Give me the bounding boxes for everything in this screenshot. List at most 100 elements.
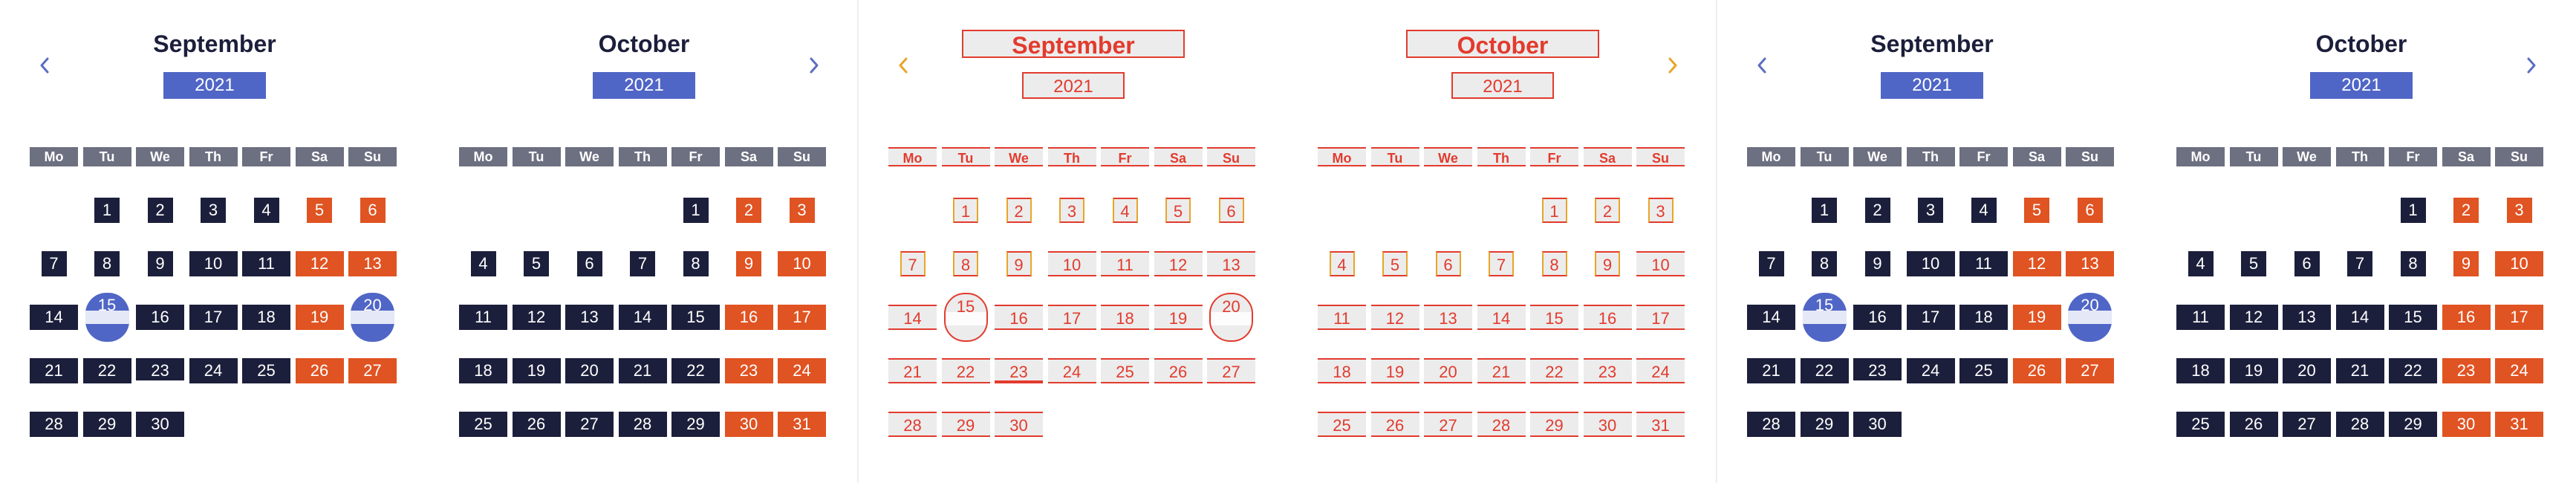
day-cell[interactable]: 5 [307,198,332,223]
day-cell[interactable]: 9 [1595,251,1620,276]
day-cell[interactable]: 23 [724,358,773,383]
day-cell[interactable]: 5 [524,251,549,276]
day-cell[interactable]: 6 [360,198,386,223]
day-cell[interactable]: 25 [459,412,507,437]
year-selector[interactable]: 2021 [1881,72,1983,99]
day-cell[interactable]: 17 [1047,305,1096,330]
day-cell[interactable]: 11 [459,305,507,330]
day-cell[interactable]: 10 [1636,251,1685,276]
day-selected[interactable]: 15 [85,293,129,342]
day-cell[interactable]: 8 [2400,251,2426,276]
day-cell[interactable]: 4 [1971,198,1997,223]
day-cell[interactable]: 16 [995,305,1043,330]
day-cell[interactable]: 3 [789,198,815,223]
day-cell[interactable]: 6 [576,251,602,276]
day-cell[interactable]: 19 [295,305,344,330]
day-cell[interactable]: 5 [2024,198,2049,223]
day-cell[interactable]: 25 [1318,412,1366,437]
day-cell[interactable]: 26 [295,358,344,383]
day-cell[interactable]: 12 [2012,251,2061,276]
day-cell[interactable]: 29 [82,412,131,437]
day-cell[interactable]: 25 [242,358,290,383]
day-cell[interactable]: 18 [2176,358,2225,383]
day-cell[interactable]: 20 [2283,358,2331,383]
day-cell[interactable]: 31 [2495,412,2543,437]
day-cell[interactable]: 9 [736,251,761,276]
day-cell[interactable]: 13 [1424,305,1472,330]
day-cell[interactable]: 18 [459,358,507,383]
day-cell[interactable]: 10 [2495,251,2543,276]
day-cell[interactable]: 29 [941,412,990,437]
day-cell[interactable]: 14 [1477,305,1526,330]
day-cell[interactable]: 14 [618,305,667,330]
day-cell[interactable]: 2 [1595,198,1620,223]
day-cell[interactable]: 30 [1583,412,1632,437]
day-cell[interactable]: 15 [2389,305,2437,330]
day-cell[interactable]: 24 [189,358,238,383]
day-cell[interactable]: 7 [1489,251,1514,276]
day-cell[interactable]: 30 [995,412,1043,437]
day-cell[interactable]: 14 [888,305,937,330]
day-cell[interactable]: 5 [1382,251,1408,276]
day-cell[interactable]: 11 [1101,251,1149,276]
day-cell[interactable]: 16 [2442,305,2491,330]
day-cell[interactable]: 8 [94,251,120,276]
day-cell[interactable]: 28 [2335,412,2384,437]
day-cell[interactable]: 18 [1101,305,1149,330]
day-cell[interactable]: 12 [1154,251,1203,276]
day-cell[interactable]: 24 [1636,358,1685,383]
day-cell[interactable]: 4 [1329,251,1355,276]
day-cell[interactable]: 1 [683,198,709,223]
day-cell[interactable]: 2 [1864,198,1890,223]
day-cell[interactable]: 31 [778,412,826,437]
next-month-button[interactable] [2517,51,2546,80]
day-cell[interactable]: 28 [618,412,667,437]
day-cell[interactable]: 19 [1370,358,1419,383]
prev-month-button[interactable] [888,51,918,80]
day-cell[interactable]: 16 [724,305,773,330]
day-cell[interactable]: 28 [1477,412,1526,437]
day-selected[interactable]: 15 [1802,293,1847,342]
day-cell[interactable]: 7 [900,251,926,276]
day-cell[interactable]: 27 [565,412,614,437]
day-cell[interactable]: 30 [136,412,184,437]
prev-month-button[interactable] [30,51,59,80]
day-cell[interactable]: 21 [1747,358,1795,383]
day-cell[interactable]: 17 [1636,305,1685,330]
day-cell[interactable]: 13 [2066,251,2114,276]
day-cell[interactable]: 14 [1747,305,1795,330]
day-cell[interactable]: 9 [1006,251,1032,276]
day-cell[interactable]: 13 [565,305,614,330]
day-cell[interactable]: 16 [136,305,184,330]
day-cell[interactable]: 26 [512,412,561,437]
day-cell[interactable]: 1 [2400,198,2426,223]
year-selector[interactable]: 2021 [2310,72,2413,99]
day-today[interactable]: 23 [995,358,1043,383]
day-cell[interactable]: 13 [2283,305,2331,330]
day-cell[interactable]: 10 [1906,251,1955,276]
day-cell[interactable]: 22 [671,358,720,383]
day-cell[interactable]: 9 [147,251,173,276]
day-cell[interactable]: 27 [2066,358,2114,383]
day-cell[interactable]: 21 [618,358,667,383]
day-cell[interactable]: 27 [1207,358,1255,383]
day-today[interactable]: 23 [1853,358,1902,383]
day-cell[interactable]: 31 [1636,412,1685,437]
day-cell[interactable]: 26 [2229,412,2278,437]
day-cell[interactable]: 29 [2389,412,2437,437]
day-cell[interactable]: 11 [242,251,290,276]
day-cell[interactable]: 1 [953,198,978,223]
day-cell[interactable]: 5 [1165,198,1191,223]
year-selector[interactable]: 2021 [1451,72,1554,99]
day-cell[interactable]: 7 [2347,251,2372,276]
day-cell[interactable]: 21 [2335,358,2384,383]
day-cell[interactable]: 10 [778,251,826,276]
day-cell[interactable]: 14 [2335,305,2384,330]
day-selected[interactable]: 15 [943,293,988,342]
day-cell[interactable]: 20 [1424,358,1472,383]
next-month-button[interactable] [799,51,829,80]
day-selected[interactable]: 20 [2068,293,2112,342]
day-today[interactable]: 23 [136,358,184,383]
day-cell[interactable]: 30 [2442,412,2491,437]
day-cell[interactable]: 17 [1906,305,1955,330]
